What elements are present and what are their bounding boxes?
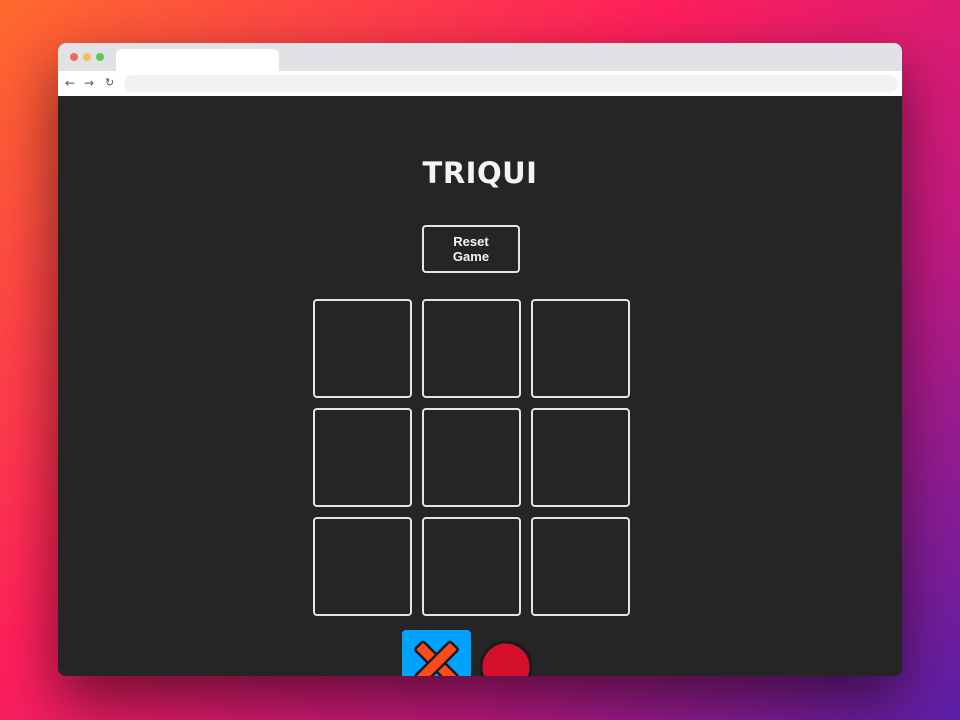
browser-nav-bar: ← → ↻ (58, 71, 902, 97)
close-window-button[interactable] (70, 53, 78, 61)
board-cell-0-2[interactable] (531, 299, 630, 398)
reload-icon[interactable]: ↻ (105, 75, 114, 91)
game-board (313, 299, 630, 616)
forward-arrow-icon[interactable]: → (84, 75, 94, 91)
back-arrow-icon[interactable]: ← (65, 75, 75, 91)
circle-icon (479, 640, 533, 676)
browser-tab[interactable] (116, 49, 279, 71)
player-o-button[interactable] (479, 640, 533, 676)
board-cell-2-0[interactable] (313, 517, 412, 616)
player-x-button[interactable] (402, 630, 471, 676)
address-bar[interactable] (124, 75, 898, 92)
page-title: TRIQUI (422, 156, 538, 190)
reset-game-button[interactable]: Reset Game (422, 225, 520, 273)
game-page: TRIQUI Reset Game (58, 96, 902, 676)
browser-tab-bar (58, 43, 902, 71)
board-cell-0-0[interactable] (313, 299, 412, 398)
cross-icon (414, 640, 459, 676)
minimize-window-button[interactable] (83, 53, 91, 61)
browser-window: ← → ↻ TRIQUI Reset Game (58, 43, 902, 676)
maximize-window-button[interactable] (96, 53, 104, 61)
board-cell-0-1[interactable] (422, 299, 521, 398)
board-cell-1-2[interactable] (531, 408, 630, 507)
board-cell-2-2[interactable] (531, 517, 630, 616)
board-cell-1-0[interactable] (313, 408, 412, 507)
board-cell-2-1[interactable] (422, 517, 521, 616)
board-cell-1-1[interactable] (422, 408, 521, 507)
